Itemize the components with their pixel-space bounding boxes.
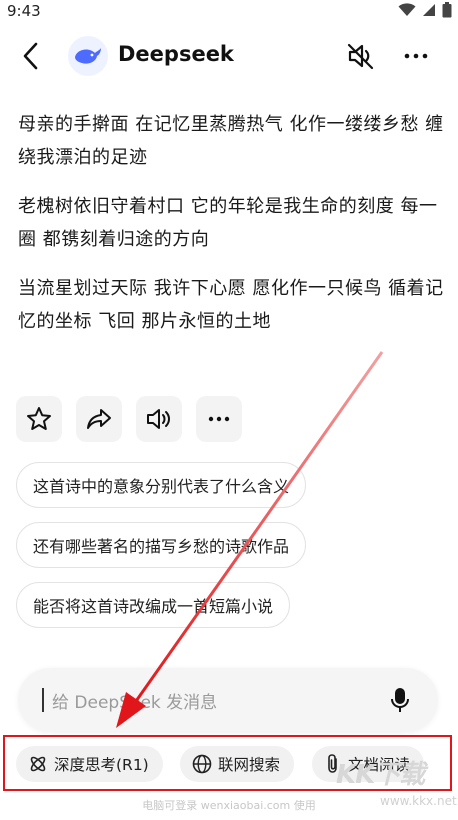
poem-paragraph: 当流星划过天际 我许下心愿 愿化作一只候鸟 循着记忆的坐标 飞回 那片永恒的土地: [18, 278, 444, 332]
voice-input-button[interactable]: [384, 684, 416, 716]
chat-header: Deepseek: [0, 32, 458, 80]
app-title: Deepseek: [118, 42, 234, 66]
suggestion-chip[interactable]: 这首诗中的意象分别代表了什么含义: [16, 462, 307, 508]
poem-paragraph: 母亲的手擀面 在记忆里蒸腾热气 化作一缕缕乡愁 缠绕我漂泊的足迹: [18, 114, 444, 168]
assistant-message: 母亲的手擀面 在记忆里蒸腾热气 化作一缕缕乡愁 缠绕我漂泊的足迹 老槐树依旧守着…: [18, 108, 444, 354]
favorite-button[interactable]: [16, 396, 62, 442]
watermark-url: www.kkx.net: [380, 794, 457, 808]
whale-logo-icon: [75, 48, 101, 64]
status-time: 9:43: [7, 2, 41, 20]
status-bar: 9:43: [0, 0, 458, 22]
message-input-box[interactable]: 给 DeepSeek 发消息: [18, 668, 438, 732]
signal-icon: [423, 4, 435, 16]
share-button[interactable]: [76, 396, 122, 442]
wifi-icon: [398, 3, 416, 16]
status-icons: [398, 2, 452, 18]
read-aloud-button[interactable]: [136, 396, 182, 442]
suggestion-chip[interactable]: 还有哪些著名的描写乡愁的诗歌作品: [16, 522, 307, 568]
microphone-icon: [391, 688, 409, 712]
star-icon: [27, 407, 51, 430]
battery-icon: [442, 2, 452, 18]
back-button[interactable]: [18, 40, 46, 72]
header-more-button[interactable]: [402, 44, 430, 68]
watermark-brand: KK下载: [336, 760, 425, 790]
back-arrow-icon: [23, 42, 38, 70]
more-dots-icon: [208, 416, 230, 422]
speaker-muted-icon: [347, 43, 374, 70]
suggestion-chip[interactable]: 能否将这首诗改编成一首短篇小说: [16, 582, 291, 628]
text-cursor: [42, 688, 44, 712]
message-input[interactable]: 给 DeepSeek 发消息: [52, 688, 217, 713]
share-icon: [87, 409, 111, 429]
speaker-icon: [147, 409, 170, 429]
poem-paragraph: 老槐树依旧守着村口 它的年轮是我生命的刻度 每一圈 都镌刻着归途的方向: [18, 196, 438, 250]
mute-button[interactable]: [346, 42, 376, 70]
deepseek-logo: [68, 36, 108, 76]
message-more-button[interactable]: [196, 396, 242, 442]
more-dots-icon: [404, 53, 428, 59]
message-actions: [16, 396, 242, 442]
